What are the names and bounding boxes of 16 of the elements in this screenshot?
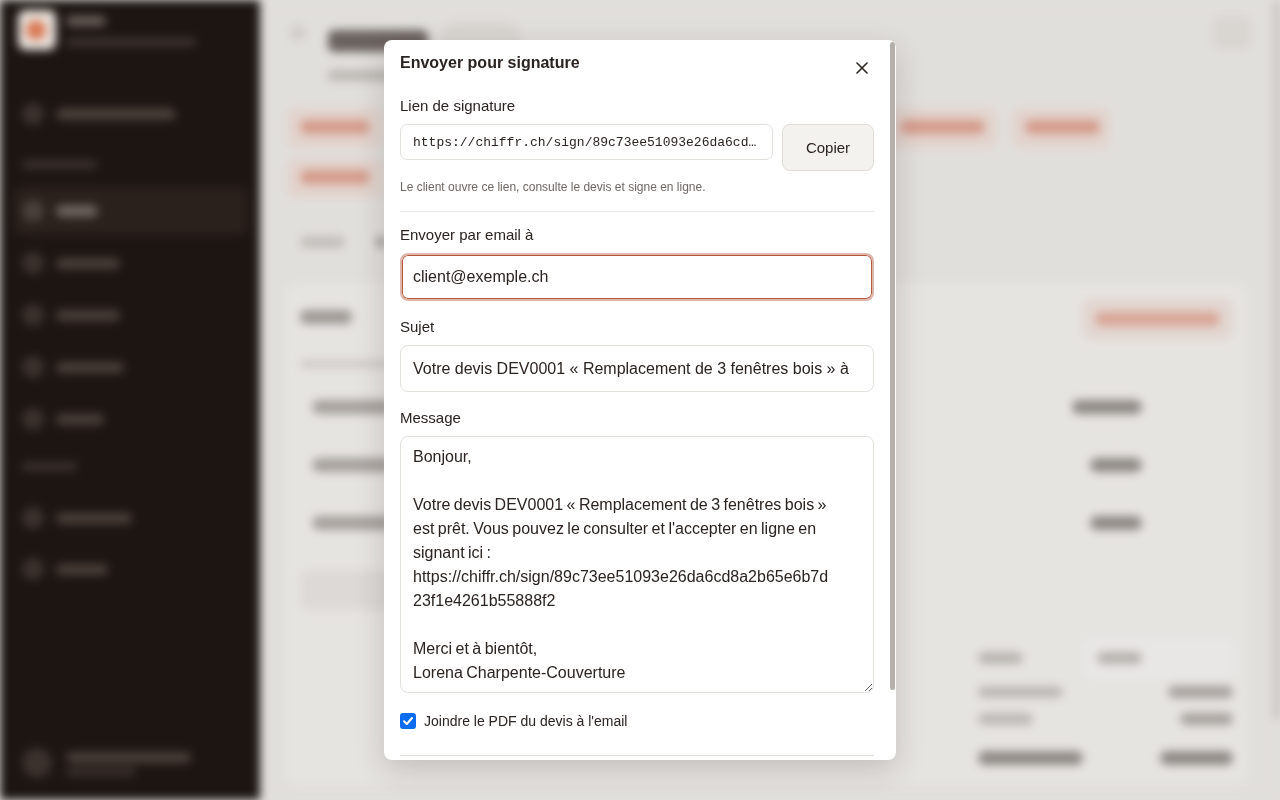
field-label: Lien de signature: [400, 96, 516, 116]
field-label: Envoyer par email à: [400, 225, 534, 245]
field-label: Sujet: [400, 317, 435, 337]
copy-button[interactable]: Copier: [782, 124, 874, 171]
field-label: Message: [400, 408, 461, 428]
checkbox[interactable]: [400, 713, 416, 729]
email-field[interactable]: client@exemple.ch: [400, 253, 874, 301]
message-field[interactable]: Bonjour, Votre devis DEV0001 « Remplacement de 3 fenêtres bois » est prêt. Vous pouvez le consulter et l'accepter en ligne en signant ici : https://chiffr.ch/sign/89c73ee51093e26da6cd8a2b65e6b7d23f1e4261b55888f2 Merci et à bientôt, Lorena Charpente-Couverture: [400, 436, 874, 693]
close-icon: [856, 62, 868, 74]
signature-link-field[interactable]: https://chiffr.ch/sign/89c73ee51093e26da6cd…: [400, 124, 773, 160]
check-icon: [402, 715, 414, 727]
checkbox-label: Joindre le PDF du devis à l'email: [424, 712, 628, 730]
scrollbar[interactable]: [890, 42, 895, 690]
subject-field[interactable]: Votre devis DEV0001 « Remplacement de 3 fenêtres bois » à: [400, 345, 874, 392]
dialog-title: Envoyer pour signature: [400, 53, 580, 73]
hint-text: Le client ouvre ce lien, consulte le devis et signe en ligne.: [400, 179, 706, 195]
